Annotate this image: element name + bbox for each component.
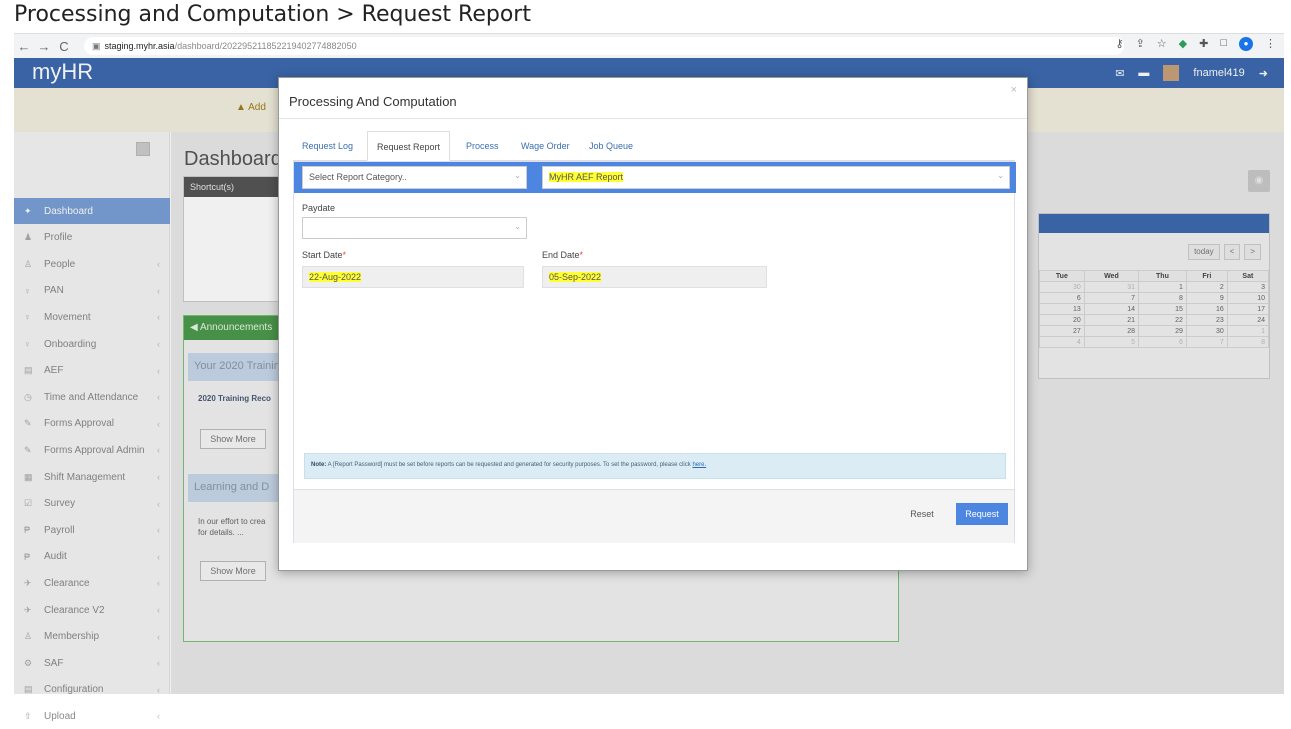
url-host: staging.myhr.asia — [104, 41, 175, 51]
tab-request-log[interactable]: Request Log — [293, 131, 362, 161]
start-date-value: 22-Aug-2022 — [309, 272, 362, 282]
report-type-value: MyHR AEF Report — [549, 172, 624, 182]
share-icon[interactable]: ⇪ — [1136, 37, 1145, 51]
browser-toolbar: ⚷ ⇪ ☆ ◆ ✚ □ ● ⋮ — [1116, 37, 1276, 51]
chevron-down-icon: ⌄ — [514, 222, 521, 231]
modal-title: Processing And Computation — [289, 94, 457, 109]
forward-icon[interactable]: → — [34, 39, 54, 54]
reset-button[interactable]: Reset — [902, 503, 942, 525]
set-password-link[interactable]: here. — [692, 462, 706, 468]
url-field[interactable]: ▣ staging.myhr.asia /dashboard/202295211… — [84, 37, 1124, 55]
password-note: Note: A [Report Password] must be set be… — [304, 453, 1006, 479]
window-icon[interactable]: □ — [1220, 37, 1227, 51]
filter-bar: Select Report Category.. ⌄ MyHR AEF Repo… — [294, 162, 1016, 193]
modal-divider — [279, 118, 1027, 119]
sidebar-item-upload[interactable]: ⇧ Upload ‹ — [14, 703, 170, 729]
profile-icon[interactable]: ● — [1239, 37, 1253, 51]
tab-process[interactable]: Process — [457, 131, 508, 161]
upload-icon: ⇧ — [24, 710, 32, 721]
end-date-value: 05-Sep-2022 — [549, 272, 602, 282]
request-report-panel: Select Report Category.. ⌄ MyHR AEF Repo… — [293, 161, 1016, 543]
back-icon[interactable]: ← — [14, 39, 34, 54]
sidebar-item-label: Upload — [44, 710, 76, 722]
start-date-field[interactable]: 22-Aug-2022 — [302, 266, 524, 288]
tab-job-queue[interactable]: Job Queue — [580, 131, 642, 161]
star-icon[interactable]: ☆ — [1157, 37, 1167, 51]
address-bar: ← → C ▣ staging.myhr.asia /dashboard/202… — [14, 34, 1284, 58]
key-icon[interactable]: ⚷ — [1116, 37, 1124, 51]
note-label: Note: — [311, 462, 327, 468]
report-category-select[interactable]: Select Report Category.. ⌄ — [302, 166, 527, 189]
page-heading: Processing and Computation > Request Rep… — [14, 2, 531, 27]
extension-icon[interactable]: ◆ — [1179, 37, 1187, 51]
chevron-down-icon: ⌄ — [514, 171, 521, 180]
lock-icon: ▣ — [92, 40, 101, 51]
puzzle-icon[interactable]: ✚ — [1199, 37, 1208, 51]
end-date-label-text: End Date — [542, 250, 580, 260]
report-category-placeholder: Select Report Category.. — [309, 172, 407, 182]
required-mark: * — [342, 250, 347, 260]
chevron-down-icon: ⌄ — [997, 171, 1004, 180]
required-mark: * — [579, 250, 584, 260]
report-type-select[interactable]: MyHR AEF Report ⌄ — [542, 166, 1010, 189]
modal-footer: Reset Request — [294, 489, 1014, 543]
end-date-label: End Date* — [542, 250, 583, 260]
url-path: /dashboard/2022952118522194027748820​50 — [174, 41, 357, 51]
paydate-select[interactable]: ⌄ — [302, 217, 527, 239]
processing-modal: Processing And Computation × Request Log… — [278, 77, 1028, 571]
chevron-left-icon: ‹ — [157, 711, 160, 722]
modal-tabs: Request Log Request Report Process Wage … — [293, 131, 1015, 161]
start-date-label-text: Start Date — [302, 250, 343, 260]
reload-icon[interactable]: C — [54, 39, 74, 54]
close-icon[interactable]: × — [1011, 84, 1017, 96]
paydate-label: Paydate — [302, 203, 336, 213]
browser-window: ← → C ▣ staging.myhr.asia /dashboard/202… — [14, 33, 1284, 722]
request-button[interactable]: Request — [956, 503, 1008, 525]
note-text: A [Report Password] must be set before r… — [326, 462, 693, 468]
start-date-label: Start Date* — [302, 250, 346, 260]
menu-icon[interactable]: ⋮ — [1265, 37, 1276, 51]
tab-wage-order[interactable]: Wage Order — [512, 131, 579, 161]
end-date-field[interactable]: 05-Sep-2022 — [542, 266, 767, 288]
tab-request-report[interactable]: Request Report — [367, 131, 451, 161]
